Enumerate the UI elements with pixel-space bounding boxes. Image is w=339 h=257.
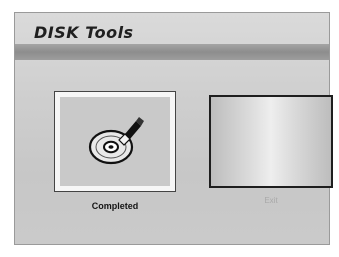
exit-label: Exit (264, 196, 278, 205)
disk-tools-window: DISK Tools Completed Exit (14, 12, 333, 245)
completed-option-thumbnail (60, 97, 170, 186)
window-title: DISK Tools (34, 23, 134, 42)
completed-option-button[interactable] (54, 91, 176, 192)
title-bar (15, 44, 329, 60)
exit-option-button[interactable] (209, 95, 333, 188)
completed-label: Completed (91, 201, 139, 211)
disc-icon (88, 117, 144, 165)
